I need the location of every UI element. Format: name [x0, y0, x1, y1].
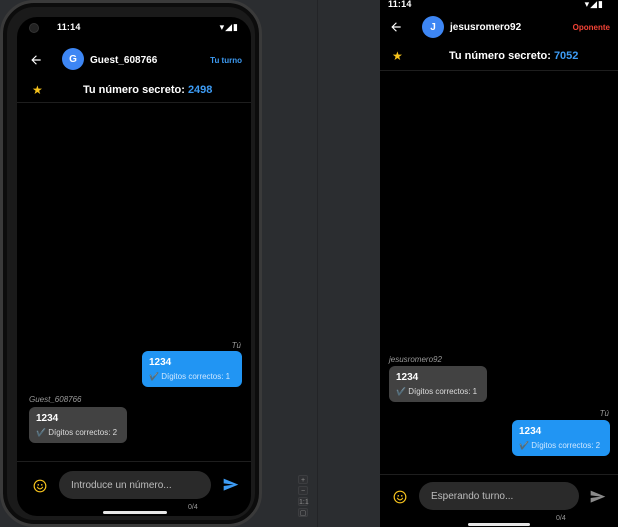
- number-input[interactable]: [59, 471, 211, 499]
- player-name: jesusromero92: [450, 22, 522, 33]
- status-time: 11:14: [57, 22, 81, 32]
- star-icon: ★: [32, 83, 43, 97]
- secret-number-label: Tu número secreto: 7052: [449, 50, 578, 62]
- turn-status-label: Oponente: [572, 23, 610, 32]
- player-name: Guest_608766: [90, 55, 158, 66]
- back-arrow-icon[interactable]: [389, 20, 403, 34]
- result-text: ✔️ Dígitos correctos: 1: [149, 372, 235, 381]
- panel-divider: [317, 0, 318, 527]
- input-area: 0/4: [17, 461, 251, 516]
- result-label: Dígitos correctos: 1: [408, 387, 478, 396]
- message-bubble: 1234 ✔️ Dígitos correctos: 1: [389, 366, 487, 402]
- emulator-device-frame: 11:14 ▾◢▮ G Guest_608766 Tu turno ★ Tu n…: [0, 0, 262, 527]
- guess-value: 1234: [36, 413, 59, 424]
- secret-number-value: 7052: [553, 50, 579, 62]
- message-bubble: 1234 ✔️ Dígitos correctos: 2: [512, 420, 610, 456]
- home-indicator: [468, 523, 530, 526]
- secret-number-row: ★ Tu número secreto: 2498: [17, 79, 251, 103]
- avatar: J: [422, 16, 444, 38]
- guess-value: 1234: [396, 372, 419, 383]
- star-icon: ★: [392, 49, 403, 63]
- secret-number-row: ★ Tu número secreto: 7052: [380, 44, 618, 71]
- guess-value: 1234: [519, 426, 542, 437]
- guess-value: 1234: [149, 357, 172, 368]
- status-icons: ▾◢▮: [219, 22, 239, 32]
- message-sender: Guest_608766: [29, 395, 82, 404]
- status-icons: ▾◢▮: [584, 0, 604, 9]
- secret-number-value: 2498: [187, 84, 213, 96]
- actual-size-button[interactable]: 1:1: [298, 497, 309, 506]
- message-sender: jesusromero92: [389, 355, 442, 364]
- send-icon[interactable]: [590, 490, 606, 504]
- secret-label-text: Tu número secreto:: [449, 50, 551, 62]
- phone-screen: 11:14 ▾◢▮ G Guest_608766 Tu turno ★ Tu n…: [17, 17, 251, 516]
- message-sender: Tú: [231, 341, 241, 350]
- input-area: 0/4: [380, 474, 618, 527]
- home-indicator: [103, 511, 167, 514]
- emoji-icon[interactable]: [33, 479, 47, 493]
- avatar: G: [62, 48, 84, 70]
- result-label: Dígitos correctos: 2: [531, 441, 601, 450]
- power-button[interactable]: [261, 123, 262, 153]
- emulator-zoom-toolbar: + − 1:1 ▢: [296, 475, 310, 521]
- number-input[interactable]: [419, 482, 579, 510]
- character-counter: 0/4: [188, 504, 198, 511]
- camera-icon: [29, 23, 39, 33]
- character-counter: 0/4: [556, 515, 566, 522]
- app-bar: J jesusromero92 Oponente: [380, 12, 618, 42]
- check-icon: ✔️: [396, 387, 406, 396]
- zoom-out-button[interactable]: −: [298, 486, 308, 495]
- phone-screen-right: 11:14 ▾◢▮ J jesusromero92 Oponente ★ Tu …: [380, 0, 618, 527]
- status-bar: 11:14 ▾◢▮: [17, 17, 251, 37]
- message-bubble: 1234 ✔️ Dígitos correctos: 2: [29, 407, 127, 443]
- zoom-in-button[interactable]: +: [298, 475, 308, 484]
- app-bar: G Guest_608766 Tu turno: [17, 45, 251, 75]
- back-arrow-icon[interactable]: [29, 53, 43, 67]
- turn-status-label: Tu turno: [210, 56, 242, 65]
- result-text: ✔️ Dígitos correctos: 2: [36, 428, 120, 437]
- check-icon: ✔️: [149, 372, 159, 381]
- panel-gap: [318, 0, 380, 527]
- status-time: 11:14: [388, 0, 412, 9]
- message-sender: Tú: [599, 409, 609, 418]
- message-bubble: 1234 ✔️ Dígitos correctos: 1: [142, 351, 242, 387]
- secret-number-label: Tu número secreto: 2498: [83, 84, 212, 96]
- check-icon: ✔️: [36, 428, 46, 437]
- result-text: ✔️ Dígitos correctos: 1: [396, 387, 480, 396]
- secret-label-text: Tu número secreto:: [83, 84, 185, 96]
- result-label: Dígitos correctos: 2: [48, 428, 118, 437]
- emoji-icon[interactable]: [393, 490, 407, 504]
- volume-button[interactable]: [261, 203, 262, 273]
- result-text: ✔️ Dígitos correctos: 2: [519, 441, 603, 450]
- result-label: Dígitos correctos: 1: [161, 372, 231, 381]
- send-icon[interactable]: [223, 478, 239, 492]
- check-icon: ✔️: [519, 441, 529, 450]
- fit-screen-button[interactable]: ▢: [298, 508, 308, 517]
